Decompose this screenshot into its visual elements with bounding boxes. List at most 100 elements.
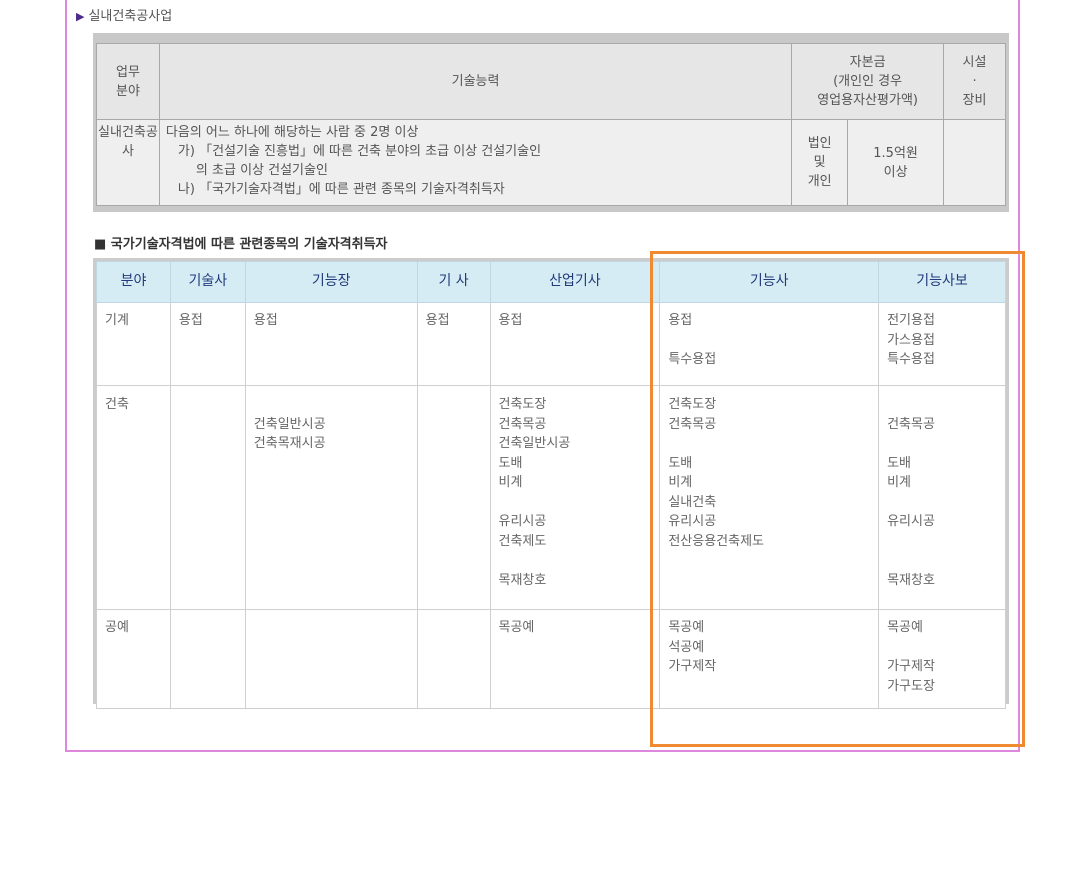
entity-line: 개인 [807, 174, 832, 189]
tech-line: 다음의 어느 하나에 해당하는 사람 중 2명 이상 [165, 125, 419, 140]
cell-lines: 전기용접 가스용접 특수용접 [887, 311, 1005, 370]
header-equipment-line: · [972, 74, 977, 89]
cell-line: 유리시공 [498, 514, 547, 529]
entity-line: 법인 [807, 136, 832, 151]
cell-line: 특수용접 [668, 352, 717, 367]
tech-line: 나) 「국가기술자격법」에 따른 관련 종목의 기술자격취득자 [177, 182, 505, 197]
entity-cell: 법인 및 개인 [791, 119, 849, 206]
cell-line: 가스용접 [887, 332, 935, 348]
qualification-table-title: ■ 국가기술자격법에 따른 관련종목의 기술자격취득자 [94, 237, 388, 252]
cell-engineer [416, 609, 491, 709]
section-title-text: 실내건축공사업 [88, 9, 173, 24]
tech-line: 가) 「건설기술 진흥법」에 따른 건축 분야의 초급 이상 건설기술인 [177, 144, 542, 159]
cell-line: 건축일반시공 [253, 416, 326, 432]
cell-line: 석공예 [668, 639, 705, 655]
cell-line: 건축일반시공 [498, 436, 571, 451]
row-field: 기계 [96, 302, 171, 386]
cell-line: 목공예 [668, 620, 705, 635]
col-header-professional-engineer: 기술사 [169, 261, 246, 303]
cell-craftsman: 목공예 석공예 가구제작 [659, 609, 880, 709]
cell-engineer: 용접 [416, 302, 491, 386]
col-header-master-craftsman: 기능장 [244, 261, 418, 303]
header-capital: 자본금 (개인인 경우 영업용자산평가액) [791, 43, 945, 120]
header-tech: 기술능력 [158, 43, 793, 120]
table-row: 기계 용접 용접 용접 용접 용접 특수용접 전기용접 가스용접 특수용접 [96, 302, 1006, 386]
header-capital-line: (개인인 경우 [833, 74, 903, 89]
cell-lines: 용접 [179, 311, 245, 331]
cell-craftsman: 건축도장 건축목공 도배 비계 실내건축 유리시공 전산응용건축제도 [659, 385, 880, 610]
cell-lines: 용접 [499, 311, 660, 331]
field-line: 실내건축공 [98, 125, 158, 140]
header-equipment: 시설 · 장비 [943, 43, 1006, 120]
cell-assistant-craftsman: 건축목공 도배 비계 유리시공 목재창호 [878, 385, 1006, 610]
cell-lines: 공예 [105, 620, 129, 635]
cell-line: 건축목재시공 [253, 436, 326, 451]
cell-industrial-engineer: 목공예 [489, 609, 661, 709]
cell-line: 건축도장 [498, 397, 547, 412]
cell-line [887, 395, 1005, 415]
cell-line: 목공예 [887, 620, 923, 635]
cell-lines: 기계 [105, 313, 129, 328]
cell-line: 도배 [498, 455, 523, 471]
cell-line: 용접 [253, 313, 278, 328]
header-field-line: 분야 [116, 83, 140, 99]
col-header-field: 분야 [96, 261, 171, 303]
cell-lines: 목공예 가구제작가구도장 [887, 618, 1005, 696]
cell-line: 비계 [887, 475, 912, 490]
capital-line: 이상 [883, 164, 908, 180]
cell-industrial-engineer: 건축도장 건축목공 건축일반시공 도배 비계 유리시공 건축제도 목재창호 [489, 385, 661, 610]
cell-line: 건축목공 [887, 416, 935, 432]
field-line: 사 [121, 144, 134, 159]
tech-cell: 다음의 어느 하나에 해당하는 사람 중 2명 이상 가) 「건설기술 진흥법」… [158, 119, 793, 206]
qualification-table: 분야 기술사 기능장 기 사 산업기사 기능사 기능사보 기계 용접 용접 용접… [93, 258, 1009, 709]
cell-line: 건축목공 [498, 416, 547, 432]
requirements-table-grid: 업무 분야 기술능력 자본금 (개인인 경우 영업용자산평가액) 시설 · 장비… [96, 43, 1006, 206]
cell-master-craftsman: 건축일반시공건축목재시공 [244, 385, 418, 610]
cell-engineer [416, 385, 491, 610]
cell-line: 건축도장 [668, 397, 717, 412]
header-field: 업무 분야 [96, 43, 160, 120]
cell-line: 유리시공 [887, 514, 935, 529]
cell-line: 가구제작 [887, 659, 935, 674]
cell-lines: 건축도장 건축목공 건축일반시공 도배 비계 유리시공 건축제도 목재창호 [499, 395, 660, 590]
cell-lines: 건축 [105, 397, 129, 412]
col-header-industrial-engineer: 산업기사 [489, 261, 661, 303]
qualification-table-grid: 분야 기술사 기능장 기 사 산업기사 기능사 기능사보 기계 용접 용접 용접… [96, 261, 1006, 709]
header-capital-line: 영업용자산평가액) [817, 93, 918, 108]
cell-line: 용접 [498, 313, 523, 328]
equipment-cell [943, 119, 1006, 206]
cell-line [887, 532, 1005, 552]
cell-professional-engineer: 용접 [169, 302, 246, 386]
cell-line [668, 434, 878, 454]
cell-line: 비계 [668, 475, 693, 490]
requirements-header-row: 업무 분야 기술능력 자본금 (개인인 경우 영업용자산평가액) 시설 · 장비 [96, 43, 1006, 120]
row-field: 건축 [96, 385, 171, 610]
cell-assistant-craftsman: 전기용접 가스용접 특수용접 [878, 302, 1006, 386]
cell-line: 전산응용건축제도 [668, 533, 765, 549]
cell-industrial-engineer: 용접 [489, 302, 661, 386]
col-header-assistant-craftsman: 기능사보 [878, 261, 1006, 303]
cell-master-craftsman: 용접 [244, 302, 418, 386]
cell-lines: 건축목공 도배 비계 유리시공 목재창호 [887, 395, 1005, 590]
cell-lines: 건축일반시공건축목재시공 [254, 395, 417, 454]
cell-line [887, 551, 1005, 571]
qualification-header-row: 분야 기술사 기능장 기 사 산업기사 기능사 기능사보 [96, 261, 1006, 303]
cell-line: 실내건축 [668, 494, 717, 510]
cell-line [887, 493, 1005, 513]
requirements-table: 업무 분야 기술능력 자본금 (개인인 경우 영업용자산평가액) 시설 · 장비… [93, 33, 1009, 212]
cell-line: 가구도장 [887, 678, 935, 694]
cell-line: 전기용접 [887, 313, 935, 328]
table-row: 건축 건축일반시공 건축목재시공 건축도장 건축목공 건축일반시공 도배 비계 유리시공 건… [96, 385, 1006, 610]
cell-line [668, 331, 878, 351]
capital-line: 1.5억원 [873, 145, 918, 161]
col-header-engineer: 기 사 [416, 261, 491, 303]
header-capital-line: 자본금 [849, 55, 886, 70]
table-row: 공예 목공예 목공예 석공예 가구제작 목공예 가구제작 가구도장 [96, 609, 1006, 709]
cell-lines: 목공예 석공예 가구제작 [668, 618, 878, 677]
triangle-bullet-icon: ▶ [76, 10, 85, 23]
cell-professional-engineer [169, 609, 246, 709]
cell-line: 유리시공 [668, 514, 717, 529]
cell-master-craftsman [244, 609, 418, 709]
cell-assistant-craftsman: 목공예 가구제작가구도장 [878, 609, 1006, 709]
row-field: 공예 [96, 609, 171, 709]
